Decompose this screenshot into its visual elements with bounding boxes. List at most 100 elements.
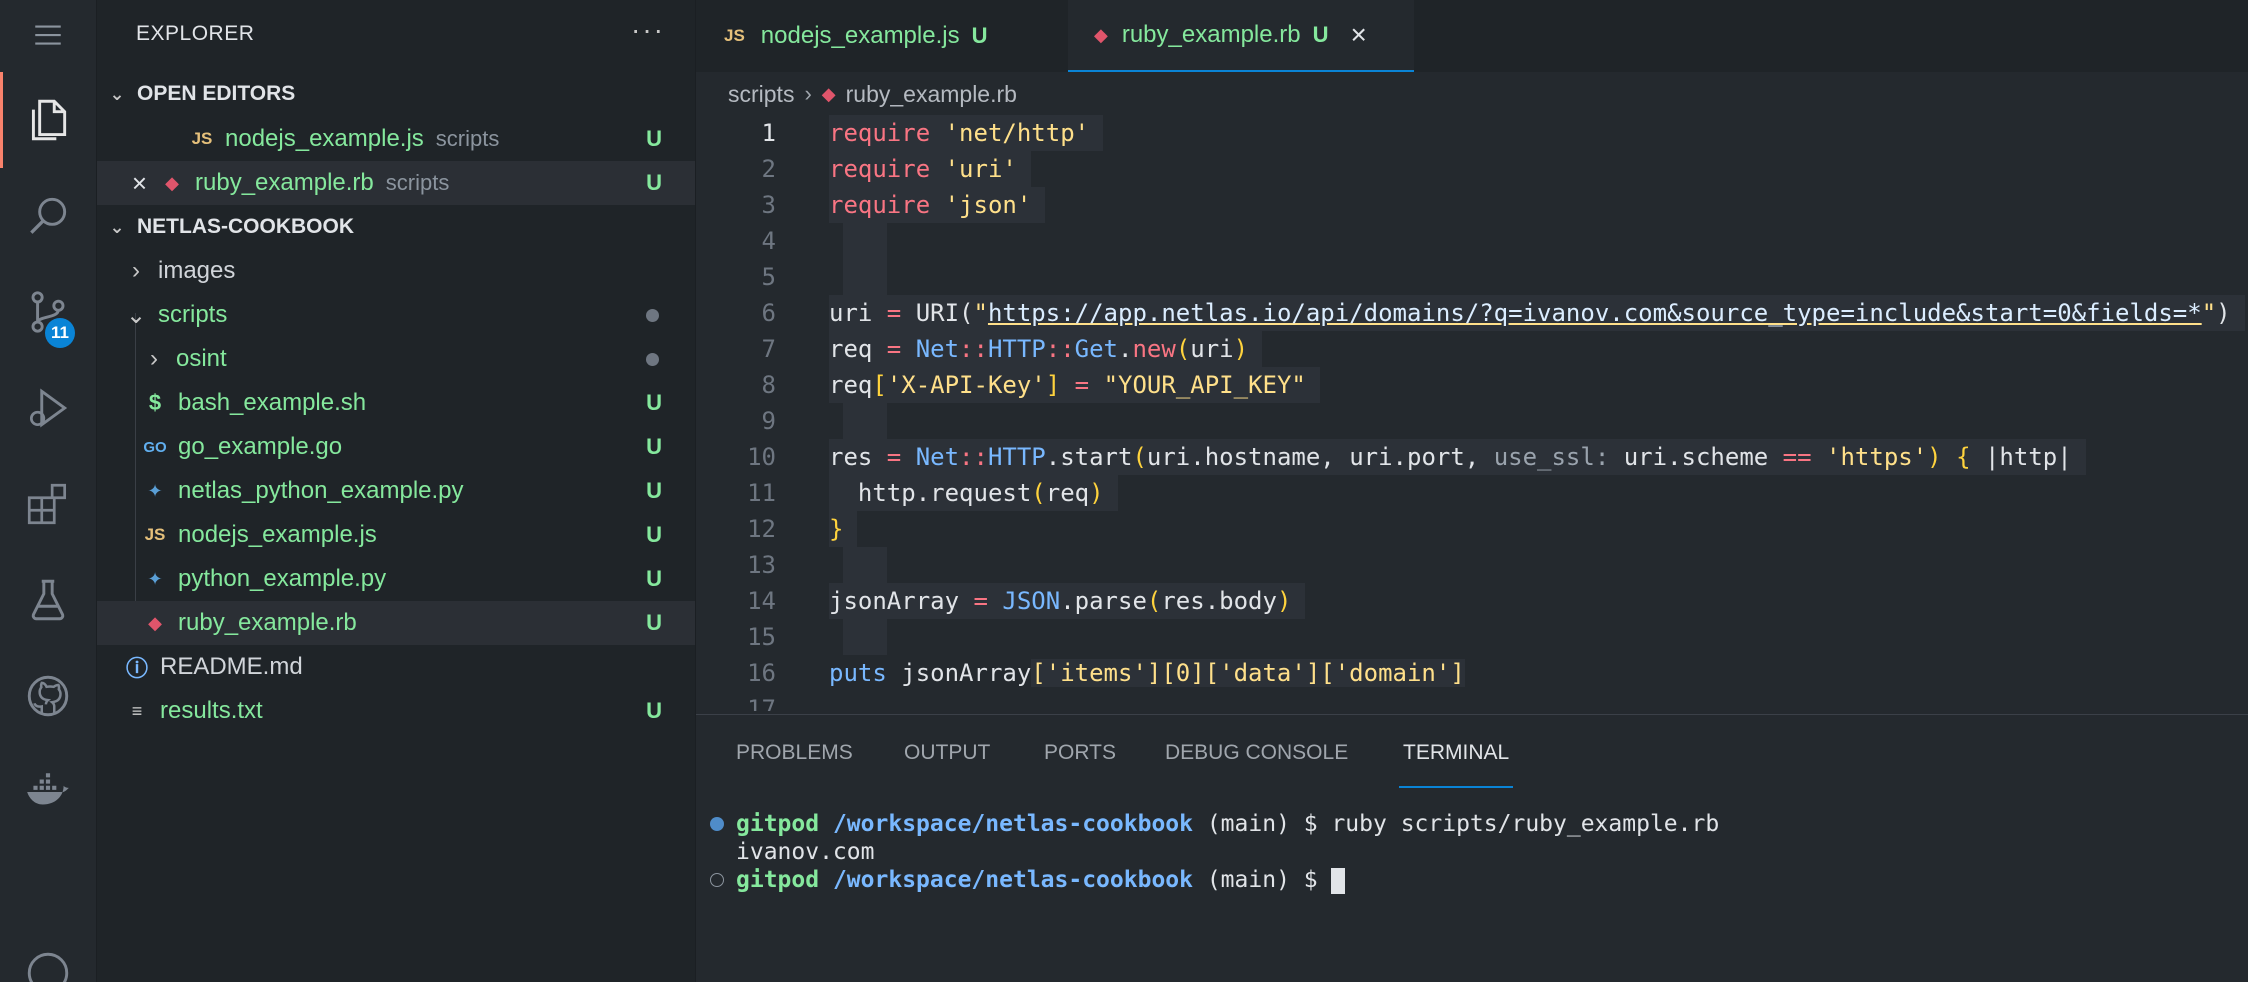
file-name: results.txt bbox=[160, 697, 263, 724]
project-folder-header[interactable]: ⌄ NETLAS-COOKBOOK bbox=[97, 205, 695, 249]
shell-file-icon: $ bbox=[148, 390, 162, 415]
code-line bbox=[843, 403, 887, 439]
line-number: 9 bbox=[761, 407, 776, 435]
line-number: 10 bbox=[747, 443, 776, 471]
close-icon[interactable]: × bbox=[1351, 19, 1367, 51]
file-ruby-example[interactable]: ◆ ruby_example.rb U bbox=[97, 601, 695, 645]
code-line: uri = URI("https://app.netlas.io/api/dom… bbox=[829, 295, 2245, 331]
line-number: 16 bbox=[747, 659, 776, 687]
tab-nodejs-example[interactable]: JS nodejs_example.js U bbox=[696, 0, 1068, 72]
open-editor-item-nodejs[interactable]: JS nodejs_example.js scripts U bbox=[97, 117, 695, 161]
code-line: res = Net::HTTP.start(uri.hostname, uri.… bbox=[829, 439, 2086, 475]
tab-label: nodejs_example.js bbox=[760, 22, 960, 49]
untracked-badge: U bbox=[646, 610, 662, 635]
tab-debug-console[interactable]: DEBUG CONSOLE bbox=[1165, 741, 1348, 781]
untracked-badge: U bbox=[646, 390, 662, 415]
breadcrumb-folder[interactable]: scripts bbox=[728, 81, 794, 108]
testing-icon[interactable] bbox=[0, 552, 96, 648]
chevron-down-icon: ⌄ bbox=[109, 83, 125, 104]
code-line: } bbox=[829, 511, 858, 547]
file-name: ruby_example.rb bbox=[195, 169, 374, 196]
terminal-output: ivanov.com bbox=[736, 839, 875, 865]
command-success-dot bbox=[710, 817, 724, 831]
account-icon[interactable] bbox=[0, 940, 96, 982]
untracked-badge: U bbox=[646, 126, 662, 151]
file-name: nodejs_example.js bbox=[225, 125, 424, 152]
line-number: 11 bbox=[747, 479, 776, 507]
code-line: req = Net::HTTP::Get.new(uri) bbox=[829, 331, 1263, 367]
open-editors-header[interactable]: ⌄ OPEN EDITORS bbox=[97, 72, 695, 116]
file-netlas-python-example[interactable]: ✦ netlas_python_example.py U bbox=[97, 469, 695, 513]
file-name: python_example.py bbox=[178, 565, 387, 592]
search-icon[interactable] bbox=[0, 168, 96, 264]
file-python-example[interactable]: ✦ python_example.py U bbox=[97, 557, 695, 601]
file-bash-example[interactable]: $ bash_example.sh U bbox=[97, 381, 695, 425]
menu-icon[interactable] bbox=[0, 0, 96, 70]
source-control-icon[interactable]: 11 bbox=[0, 264, 96, 360]
file-name: netlas_python_example.py bbox=[178, 477, 464, 504]
line-number: 3 bbox=[761, 191, 776, 219]
code-line bbox=[843, 619, 887, 655]
folder-scripts[interactable]: ⌄ scripts bbox=[97, 293, 695, 337]
untracked-badge: U bbox=[1312, 22, 1329, 47]
folder-name: scripts bbox=[158, 301, 228, 328]
chevron-down-icon: ⌄ bbox=[109, 216, 125, 237]
tab-label: ruby_example.rb bbox=[1121, 21, 1301, 48]
code-line bbox=[843, 259, 887, 295]
tab-ruby-example[interactable]: ◆ ruby_example.rb U × bbox=[1068, 0, 1414, 72]
docker-icon[interactable] bbox=[0, 744, 96, 840]
file-go-example[interactable]: GO go_example.go U bbox=[97, 425, 695, 469]
editor-tabs: JS nodejs_example.js U ◆ ruby_example.rb… bbox=[696, 0, 2248, 72]
tab-output[interactable]: OUTPUT bbox=[904, 741, 990, 781]
ruby-file-icon: ◆ bbox=[821, 83, 836, 104]
github-icon[interactable] bbox=[0, 648, 96, 744]
tab-ports[interactable]: PORTS bbox=[1044, 741, 1116, 781]
javascript-file-icon: JS bbox=[191, 129, 213, 148]
chevron-right-icon: › bbox=[132, 257, 140, 284]
code-editor[interactable]: 1 2 3 4 5 6 7 8 9 10 11 12 13 14 15 16 1… bbox=[696, 115, 2248, 715]
line-number: 12 bbox=[747, 515, 776, 543]
open-editor-item-ruby[interactable]: × ◆ ruby_example.rb scripts U bbox=[97, 161, 695, 205]
tab-terminal[interactable]: TERMINAL bbox=[1398, 741, 1514, 788]
file-nodejs-example[interactable]: JS nodejs_example.js U bbox=[97, 513, 695, 557]
file-results[interactable]: ≡ results.txt U bbox=[97, 689, 695, 733]
folder-name: osint bbox=[176, 345, 227, 372]
code-line: require 'uri' bbox=[829, 151, 1031, 187]
command-pending-dot bbox=[710, 873, 724, 887]
file-name: ruby_example.rb bbox=[178, 609, 357, 636]
folder-images[interactable]: › images bbox=[97, 249, 695, 293]
folder-osint[interactable]: › osint bbox=[97, 337, 695, 381]
code-line: require 'net/http' bbox=[829, 115, 1104, 151]
explorer-icon[interactable] bbox=[0, 72, 96, 168]
extensions-icon[interactable] bbox=[0, 456, 96, 552]
untracked-badge: U bbox=[646, 170, 662, 195]
file-name: bash_example.sh bbox=[178, 389, 367, 416]
close-icon[interactable]: × bbox=[97, 168, 147, 199]
tab-problems[interactable]: PROBLEMS bbox=[736, 741, 853, 781]
more-actions-icon[interactable]: ··· bbox=[631, 14, 665, 46]
file-readme[interactable]: ⓘ README.md bbox=[97, 645, 695, 689]
editor-area: JS nodejs_example.js U ◆ ruby_example.rb… bbox=[696, 0, 2248, 982]
line-number: 5 bbox=[761, 263, 776, 291]
line-number: 7 bbox=[761, 335, 776, 363]
line-number: 15 bbox=[747, 623, 776, 651]
code-line: http.request(req) bbox=[829, 475, 1118, 511]
explorer-title: EXPLORER bbox=[136, 22, 255, 45]
line-number: 2 bbox=[761, 155, 776, 183]
run-debug-icon[interactable] bbox=[0, 360, 96, 456]
code-line: jsonArray = JSON.parse(res.body) bbox=[829, 583, 1306, 619]
code-line bbox=[843, 547, 887, 583]
section-title: OPEN EDITORS bbox=[137, 82, 296, 105]
untracked-badge: U bbox=[646, 698, 662, 723]
breadcrumb-file[interactable]: ruby_example.rb bbox=[846, 81, 1017, 108]
file-folder: scripts bbox=[385, 170, 450, 195]
javascript-file-icon: JS bbox=[724, 26, 745, 45]
info-icon: ⓘ bbox=[125, 656, 148, 681]
file-name: go_example.go bbox=[178, 433, 343, 460]
untracked-badge: U bbox=[646, 522, 662, 547]
file-name: README.md bbox=[160, 653, 303, 680]
line-number: 17 bbox=[747, 695, 776, 711]
code-line: req['X-API-Key'] = "YOUR_API_KEY" bbox=[829, 367, 1320, 403]
section-title: NETLAS-COOKBOOK bbox=[137, 215, 354, 238]
line-number: 4 bbox=[761, 227, 776, 255]
